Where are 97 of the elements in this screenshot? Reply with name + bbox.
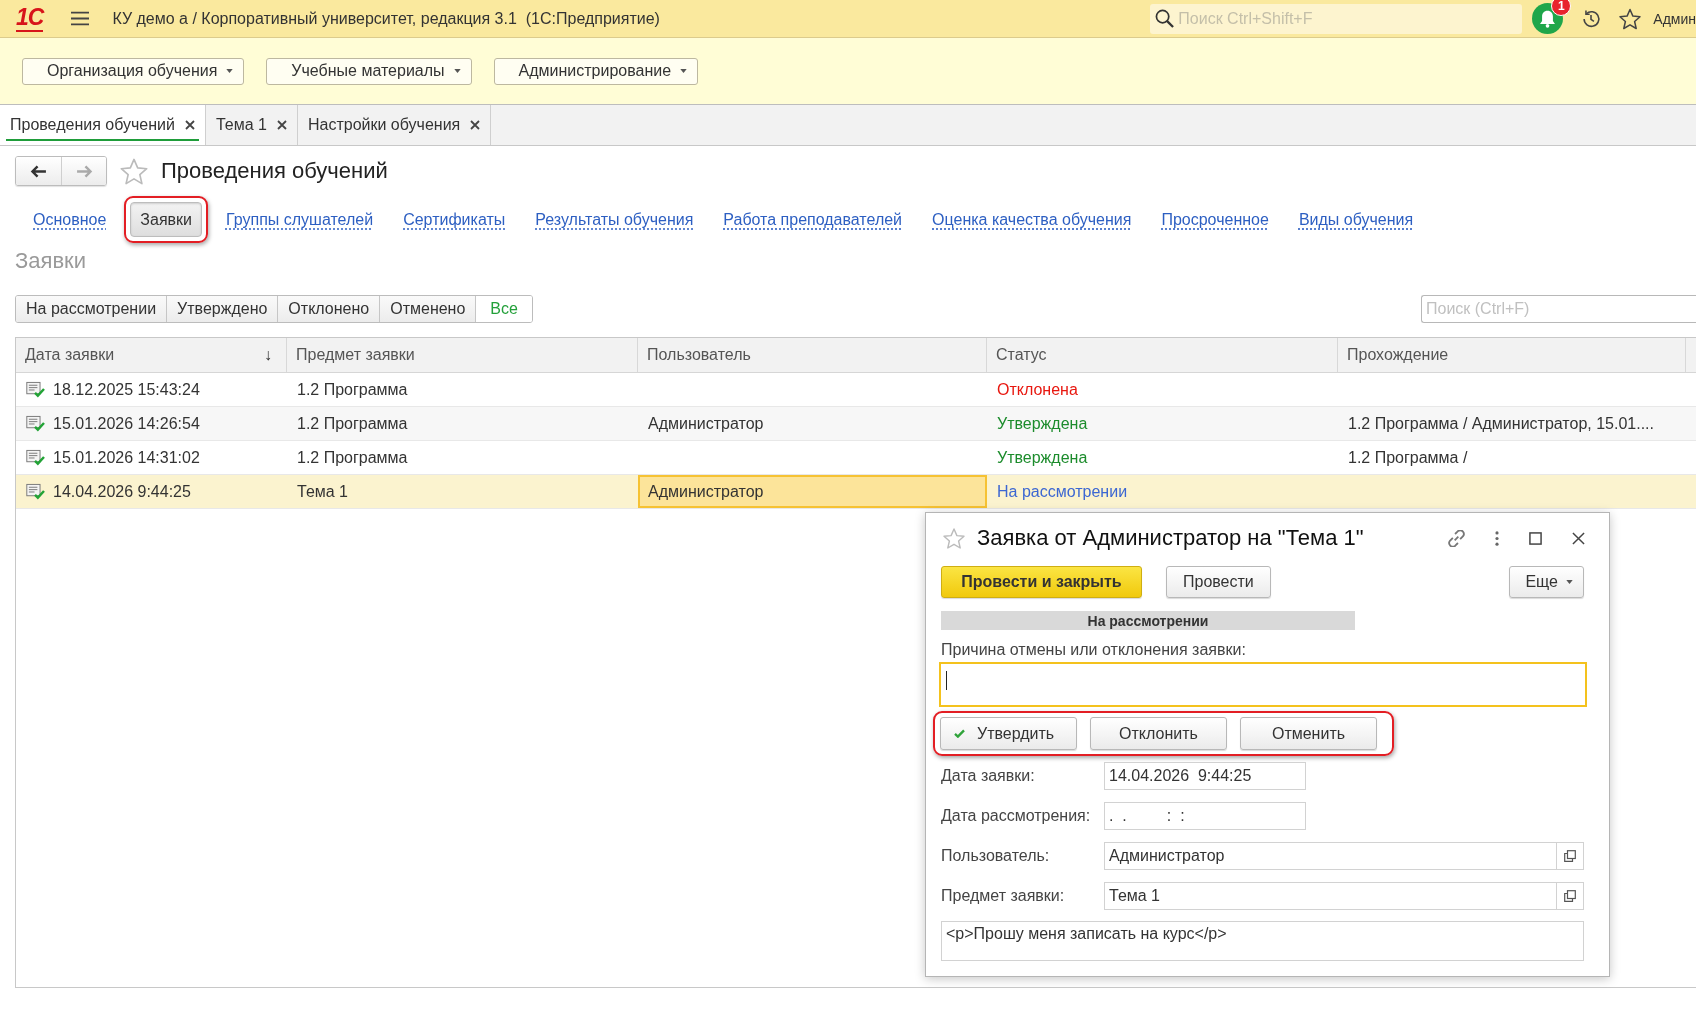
arrow-left-icon <box>30 164 47 178</box>
open-button[interactable] <box>1556 882 1584 910</box>
nav-link[interactable]: Оценка качества обучения <box>926 202 1138 237</box>
input-field[interactable]: Тема 1 <box>1104 882 1556 910</box>
action-button[interactable]: Отменить <box>1240 717 1377 750</box>
comment-field[interactable]: <p>Прошу меня записать на курс</p> <box>941 921 1584 961</box>
nav-link[interactable]: Сертификаты <box>397 202 512 237</box>
table-cell: 18.12.2025 15:43:24 <box>53 380 200 399</box>
document-check-icon <box>26 415 45 432</box>
caret-icon <box>453 69 461 73</box>
caret-icon <box>226 69 234 73</box>
check-icon <box>954 729 965 738</box>
more-icon[interactable] <box>1495 530 1499 546</box>
back-button[interactable] <box>16 157 61 185</box>
search-field[interactable]: Поиск Ctrl+Shift+F <box>1150 3 1523 34</box>
section-title: Заявки <box>15 248 88 274</box>
table-row[interactable]: 14.04.2026 9:44:25 Тема 1 Администратор На рассмотрении <box>16 475 1696 509</box>
link-icon[interactable] <box>1448 529 1465 547</box>
window-title: КУ демо а / Корпоративный университет, редакция 3.1 (1С:Предприятие) <box>112 9 660 28</box>
date-field[interactable]: . . : : <box>1104 802 1306 830</box>
field-label: Причина отмены или отклонения заявки: <box>941 640 1246 659</box>
table-cell-text: 1.2 Программа <box>296 379 409 400</box>
section-button[interactable]: Организация обучения <box>22 57 245 85</box>
maximize-icon[interactable] <box>1529 531 1542 545</box>
close-icon[interactable] <box>1572 531 1585 545</box>
sort-indicator: ↓ <box>264 346 272 364</box>
column-header[interactable]: Предмет заявки <box>287 338 638 372</box>
text-cursor <box>946 671 947 690</box>
table-cell: 15.01.2026 14:31:02 <box>53 448 200 467</box>
input-field[interactable]: Администратор <box>1104 842 1556 870</box>
overlapping-squares-icon <box>1564 850 1576 862</box>
field-label: Пользователь: <box>941 847 1051 865</box>
field-label: Дата рассмотрения: <box>941 807 1092 825</box>
user-name[interactable]: Админ <box>1653 10 1696 27</box>
star-icon[interactable] <box>943 527 965 549</box>
filter-button[interactable]: На рассмотрении <box>16 296 168 322</box>
filter-button[interactable]: Отклонено <box>278 296 381 322</box>
close-icon[interactable] <box>470 120 481 130</box>
table-cell-text: 1.2 Программа / Администратор, 15.01.... <box>1347 413 1655 434</box>
document-check-icon <box>26 381 45 398</box>
column-header[interactable]: Пользователь <box>638 338 987 372</box>
table-cell-text: Отклонена <box>996 379 1079 400</box>
table-row[interactable]: 15.01.2026 14:26:54 1.2 Программа Администратор Утверждена 1.2 Программа / Администратор, 15.01.... <box>16 407 1696 441</box>
table-cell-text: Администратор <box>647 413 765 434</box>
filter-button[interactable]: Утверждено <box>167 296 279 322</box>
column-header[interactable]: Статус <box>987 338 1338 372</box>
table-cell: 14.04.2026 9:44:25 <box>53 482 191 501</box>
open-button[interactable] <box>1556 842 1584 870</box>
nav-link[interactable]: Работа преподавателей <box>717 202 909 237</box>
table-cell-text: 1.2 Программа / <box>1347 447 1469 468</box>
search-field[interactable]: Поиск (Ctrl+F) <box>1421 295 1696 323</box>
caret-icon <box>680 69 688 73</box>
column-header[interactable]: Прохождение <box>1338 338 1686 372</box>
section-button[interactable]: Учебные материалы <box>266 57 472 85</box>
action-button[interactable]: Отклонить <box>1090 717 1227 750</box>
table-cell-text: Тема 1 <box>296 481 349 502</box>
table-cell: Администратор <box>638 475 987 508</box>
star-icon[interactable] <box>1619 7 1642 30</box>
primary-button[interactable]: Провести и закрыть <box>941 566 1142 598</box>
field-label: Дата заявки: <box>941 767 1036 785</box>
table-cell-text: На рассмотрении <box>996 481 1129 502</box>
nav-link[interactable]: Виды обучения <box>1292 202 1420 237</box>
table-cell-text: Утверждена <box>996 413 1089 434</box>
column-header[interactable]: Дата заявки ↓ <box>16 338 287 372</box>
document-check-icon <box>26 449 45 466</box>
nav-link[interactable]: Просроченное <box>1155 202 1275 237</box>
table-cell: 15.01.2026 14:26:54 <box>53 414 200 433</box>
table-cell-text: Утверждена <box>996 447 1089 468</box>
arrow-right-icon <box>75 164 93 178</box>
page-title: Проведения обучений <box>161 158 388 184</box>
star-icon[interactable] <box>120 157 148 185</box>
nav-link[interactable]: Результаты обучения <box>529 202 700 237</box>
post-button[interactable]: Провести <box>1166 566 1271 598</box>
approve-button[interactable]: Утвердить <box>940 717 1077 750</box>
more-button[interactable]: Еще <box>1509 566 1584 598</box>
table-cell-text: 1.2 Программа <box>296 447 409 468</box>
nav-link[interactable]: Основное <box>27 202 113 237</box>
notification-badge: 1 <box>1551 0 1572 16</box>
close-icon[interactable] <box>276 120 287 130</box>
document-check-icon <box>26 483 45 500</box>
nav-link[interactable]: Группы слушателей <box>220 202 380 237</box>
date-field[interactable]: 14.04.2026 9:44:25 <box>1104 762 1306 790</box>
overlapping-squares-icon <box>1564 890 1576 902</box>
logo[interactable]: 1С <box>16 5 44 32</box>
caret-icon <box>1566 580 1573 584</box>
filter-button[interactable]: Отменено <box>380 296 477 322</box>
status-banner: На рассмотрении <box>941 611 1355 630</box>
nav-link[interactable]: Заявки <box>130 202 202 237</box>
table-cell-text: 1.2 Программа <box>296 413 409 434</box>
tab[interactable]: Проведения обучений <box>0 105 206 145</box>
menu-icon[interactable] <box>71 11 90 26</box>
section-button[interactable]: Администрирование <box>493 57 699 85</box>
search-icon <box>1155 8 1175 28</box>
close-icon[interactable] <box>184 120 195 130</box>
field-label: Предмет заявки: <box>941 887 1066 905</box>
input-field[interactable] <box>939 662 1587 707</box>
dialog-title: Заявка от Администратор на "Тема 1" <box>977 525 1364 551</box>
